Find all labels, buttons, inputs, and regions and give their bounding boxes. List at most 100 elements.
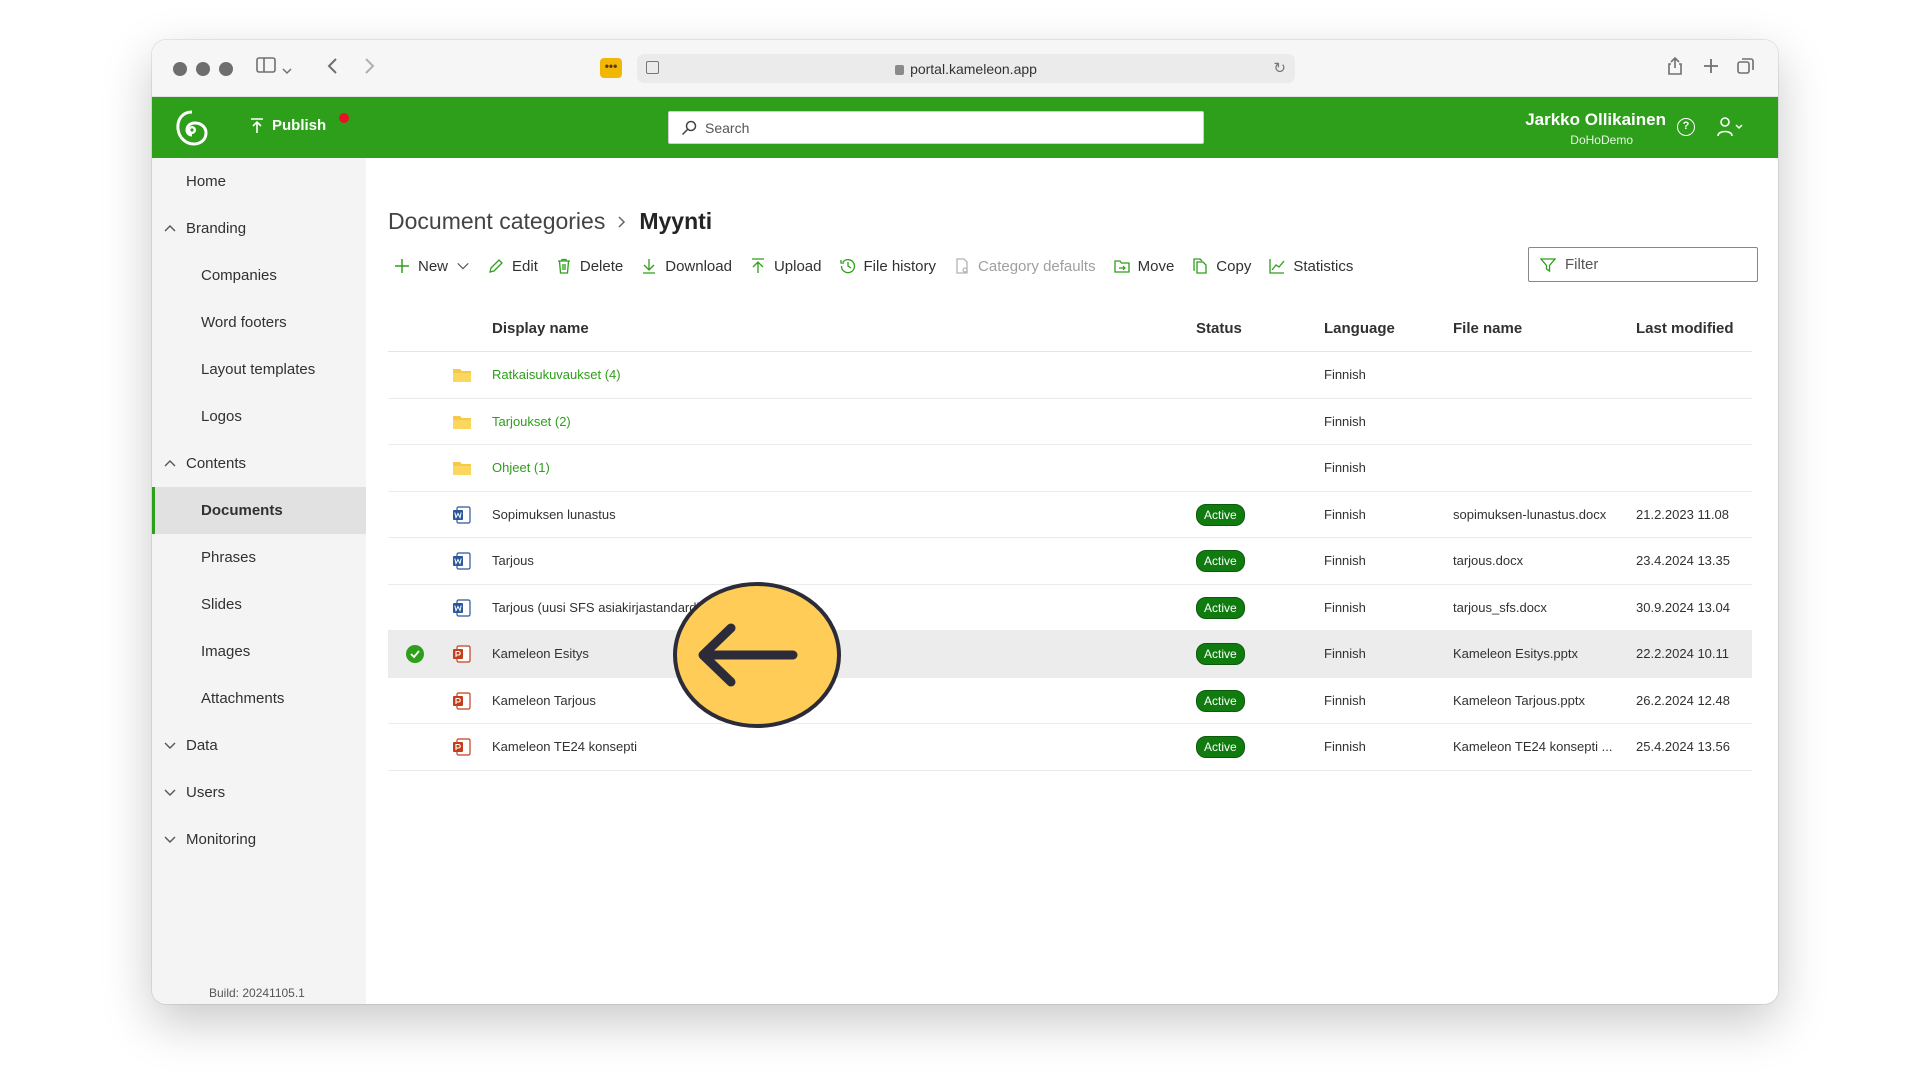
kameleon-logo-icon[interactable] (174, 109, 210, 147)
help-icon[interactable]: ? (1677, 118, 1695, 136)
sidebar-item-contents[interactable]: Contents (152, 440, 366, 487)
back-icon[interactable] (326, 56, 340, 80)
sidebar-item-documents[interactable]: Documents (152, 487, 366, 534)
row-display-name[interactable]: Kameleon Tarjous (492, 693, 596, 708)
table-row[interactable]: Ohjeet (1) Finnish (388, 445, 1752, 492)
app-header: Publish Jarkko Ollikainen DoHoDemo ? (152, 97, 1778, 158)
row-language: Finnish (1324, 367, 1366, 382)
copy-button[interactable]: Copy (1192, 258, 1251, 275)
file-history-button[interactable]: File history (839, 257, 937, 275)
row-display-name[interactable]: Kameleon Esitys (492, 646, 589, 661)
user-menu-icon[interactable] (1717, 116, 1743, 138)
build-version: Build: 20241105.1 (209, 986, 305, 1000)
sidebar-item-layout-templates[interactable]: Layout templates (152, 346, 366, 393)
row-last-modified: 22.2.2024 10.11 (1636, 646, 1730, 661)
sidebar-item-attachments[interactable]: Attachments (152, 675, 366, 722)
delete-label: Delete (579, 257, 624, 275)
new-tab-icon[interactable] (1702, 56, 1720, 80)
sidebar-item-slides[interactable]: Slides (152, 581, 366, 628)
column-file-name[interactable]: File name (1453, 320, 1522, 337)
browser-window: ••• portal.kameleon.app ↻ Publish Search… (152, 40, 1778, 1004)
user-name[interactable]: Jarkko Ollikainen (1525, 110, 1666, 130)
minimize-window-button[interactable] (196, 62, 210, 76)
table-row-selected[interactable]: Kameleon Esitys Active Finnish Kameleon … (388, 631, 1752, 678)
table-row[interactable]: Tarjous Active Finnish tarjous.docx 23.4… (388, 538, 1752, 585)
search-box[interactable] (668, 111, 1204, 144)
breadcrumb-parent[interactable]: Document categories (388, 208, 605, 235)
sidebar-item-companies[interactable]: Companies (152, 252, 366, 299)
sidebar-item-label: Monitoring (186, 831, 257, 848)
powerpoint-file-icon (453, 738, 471, 756)
user-organization: DoHoDemo (1570, 133, 1633, 147)
word-file-icon (453, 552, 471, 570)
column-last-modified[interactable]: Last modified (1636, 320, 1734, 337)
close-window-button[interactable] (173, 62, 187, 76)
history-icon (839, 259, 855, 274)
table-row[interactable]: Tarjous (uusi SFS asiakirjastandardi) Ac… (388, 585, 1752, 631)
sidebar-item-word-footers[interactable]: Word footers (152, 299, 366, 346)
sidebar-item-label: Documents (201, 502, 283, 519)
publish-label: Publish (272, 117, 327, 134)
upload-icon (751, 258, 764, 273)
password-manager-icon[interactable]: ••• (600, 58, 622, 78)
move-label: Move (1137, 257, 1175, 275)
statistics-button[interactable]: Statistics (1269, 258, 1353, 275)
sidebar-item-branding[interactable]: Branding (152, 205, 366, 252)
upload-button[interactable]: Upload (750, 258, 822, 275)
sidebar-item-logos[interactable]: Logos (152, 393, 366, 440)
status-badge: Active (1196, 643, 1245, 665)
filter-box[interactable] (1528, 247, 1758, 282)
table-row[interactable]: Sopimuksen lunastus Active Finnish sopim… (388, 492, 1752, 538)
table-row[interactable]: Kameleon TE24 konsepti Active Finnish Ka… (388, 724, 1752, 771)
category-defaults-button[interactable]: Category defaults (954, 258, 1096, 275)
filter-input[interactable] (1565, 248, 1750, 280)
new-button[interactable]: New (394, 258, 470, 275)
sidebar-item-label: Contents (186, 455, 247, 472)
search-input[interactable] (705, 112, 1185, 143)
chevron-down-icon[interactable] (282, 58, 292, 82)
row-display-name[interactable]: Ohjeet (1) (492, 460, 550, 475)
trash-icon (557, 258, 570, 274)
tab-overview-icon[interactable] (1736, 56, 1756, 80)
reload-icon[interactable]: ↻ (1273, 59, 1286, 77)
table-row[interactable]: Ratkaisukuvaukset (4) Finnish (388, 352, 1752, 399)
share-icon[interactable] (1666, 56, 1684, 80)
row-display-name[interactable]: Kameleon TE24 konsepti (492, 739, 637, 754)
sidebar-item-home[interactable]: Home (152, 158, 366, 205)
table-row[interactable]: Tarjoukset (2) Finnish (388, 399, 1752, 445)
word-file-icon (453, 505, 471, 524)
sidebar-item-data[interactable]: Data (152, 722, 366, 769)
row-selected-checkmark[interactable] (406, 645, 424, 663)
sidebar-toggle-icon[interactable] (256, 56, 278, 80)
move-button[interactable]: Move (1113, 257, 1175, 275)
row-language: Finnish (1324, 599, 1366, 615)
maximize-window-button[interactable] (219, 62, 233, 76)
status-badge: Active (1196, 596, 1245, 619)
chart-icon (1269, 259, 1285, 274)
row-display-name[interactable]: Tarjous (492, 553, 534, 568)
address-bar[interactable]: portal.kameleon.app ↻ (637, 54, 1295, 83)
row-display-name[interactable]: Tarjoukset (2) (492, 414, 571, 429)
file-history-label: File history (863, 257, 937, 275)
status-badge: Active (1196, 503, 1245, 526)
forward-icon[interactable] (362, 56, 376, 80)
sidebar-item-label: Images (201, 643, 251, 660)
command-bar: New Edit Delete Download Upload File his… (394, 251, 1371, 281)
sidebar-item-users[interactable]: Users (152, 769, 366, 816)
sidebar-item-monitoring[interactable]: Monitoring (152, 816, 366, 863)
row-display-name[interactable]: Sopimuksen lunastus (492, 507, 616, 522)
row-display-name[interactable]: Tarjous (uusi SFS asiakirjastandardi) (492, 600, 704, 615)
table-row[interactable]: Kameleon Tarjous Active Finnish Kameleon… (388, 678, 1752, 724)
column-display-name[interactable]: Display name (492, 320, 589, 337)
delete-button[interactable]: Delete (556, 258, 623, 275)
publish-button[interactable]: Publish (250, 117, 326, 134)
column-status[interactable]: Status (1196, 320, 1242, 337)
sidebar-item-phrases[interactable]: Phrases (152, 534, 366, 581)
column-language[interactable]: Language (1324, 320, 1395, 337)
download-button[interactable]: Download (641, 258, 732, 275)
table-header: Display name Status Language File name L… (388, 306, 1752, 352)
row-display-name[interactable]: Ratkaisukuvaukset (4) (492, 367, 621, 382)
edit-button[interactable]: Edit (488, 258, 538, 275)
breadcrumb-current: Myynti (639, 208, 713, 234)
sidebar-item-images[interactable]: Images (152, 628, 366, 675)
